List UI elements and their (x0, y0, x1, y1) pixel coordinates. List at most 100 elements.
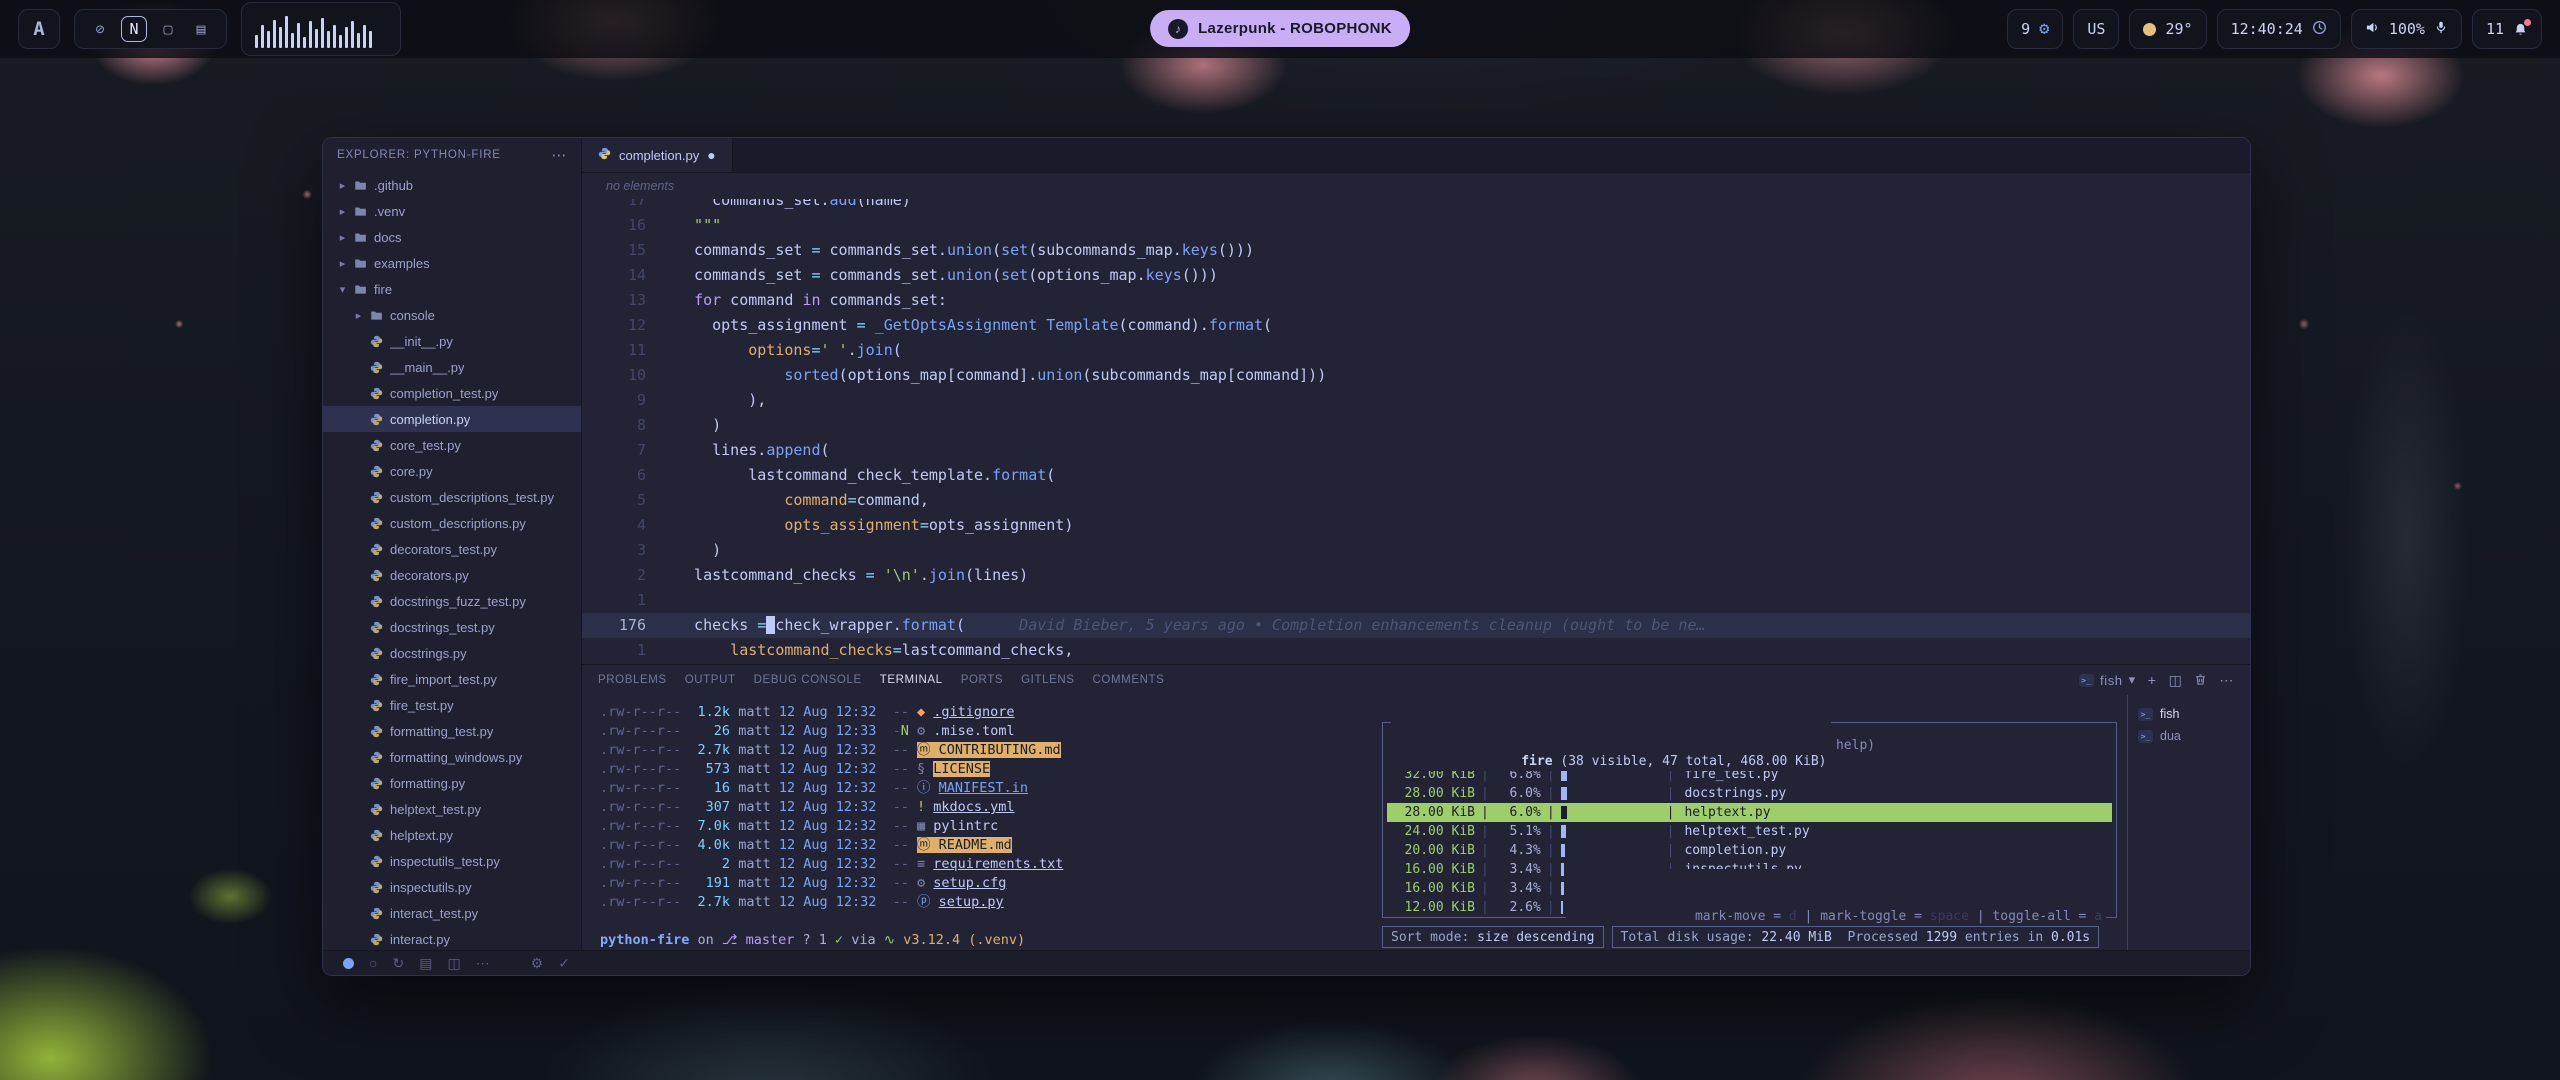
separator: | (1541, 860, 1561, 879)
token: (subcommands_map. (1028, 241, 1182, 259)
tree-item[interactable]: console (323, 302, 581, 328)
sync-icon[interactable]: ↻ (392, 956, 404, 970)
updates-widget[interactable]: 9 ⚙ (2007, 9, 2063, 49)
token: command, (857, 491, 929, 509)
tree-item[interactable]: docstrings.py (323, 640, 581, 666)
tree-item[interactable]: .github (323, 172, 581, 198)
panel-tab[interactable]: GITLENS (1021, 674, 1074, 686)
split-terminal-button[interactable]: ◫ (2169, 673, 2183, 687)
tree-item[interactable]: decorators_test.py (323, 536, 581, 562)
python-file-icon (370, 595, 384, 608)
workspace-icon-4[interactable]: ▤ (189, 17, 213, 41)
tree-item[interactable]: fire (323, 276, 581, 302)
status-dot[interactable] (343, 958, 354, 969)
more-icon[interactable]: ⋯ (476, 956, 490, 970)
audio-widget[interactable]: 100% (2351, 9, 2462, 49)
kill-terminal-button[interactable] (2194, 673, 2207, 688)
tree-item[interactable]: formatting.py (323, 770, 581, 796)
code-line: 4 opts_assignment=opts_assignment) (582, 513, 2250, 538)
token: -- (876, 742, 909, 758)
tree-item[interactable]: interact.py (323, 926, 581, 950)
panel-tab[interactable]: OUTPUT (685, 674, 736, 686)
tree-item[interactable]: completion.py (323, 406, 581, 432)
dua-row[interactable]: 24.00 KiB| 5.1%| | helptext_test.py (1387, 822, 2112, 841)
tree-item[interactable]: docstrings_test.py (323, 614, 581, 640)
dua-pane[interactable]: Disk Usage Analyzer v2.29.2 (press ? for… (1372, 695, 2127, 950)
token: . (920, 566, 929, 584)
panel-more-button[interactable]: ⋯ (2219, 673, 2234, 687)
tree-item[interactable]: fire_import_test.py (323, 666, 581, 692)
tree-item[interactable]: custom_descriptions.py (323, 510, 581, 536)
panel-tab[interactable]: DEBUG CONSOLE (754, 674, 862, 686)
dua-percent: 2.6% (1495, 898, 1541, 917)
editor[interactable]: 17 commands_set.add(name) 16 """ 15 (582, 199, 2250, 664)
tree-item[interactable]: examples (323, 250, 581, 276)
tree-item[interactable]: docs (323, 224, 581, 250)
keyboard-layout-widget[interactable]: US (2073, 9, 2119, 49)
tree-item[interactable]: helptext.py (323, 822, 581, 848)
tree-item[interactable]: completion_test.py (323, 380, 581, 406)
new-terminal-button[interactable]: + (2148, 673, 2157, 687)
tree-item[interactable]: __init__.py (323, 328, 581, 354)
terminal-shell-pane[interactable]: .rw-r--r-- 1.2k matt 12 Aug 12:32 -- ◆ .… (582, 695, 1372, 950)
panel-tab[interactable]: PROBLEMS (598, 674, 667, 686)
tree-item[interactable]: inspectutils.py (323, 874, 581, 900)
tree-item[interactable]: docstrings_fuzz_test.py (323, 588, 581, 614)
code-line: 13 for command in commands_set: (582, 288, 2250, 313)
token: format (902, 616, 956, 634)
search-icon[interactable]: ○ (369, 956, 377, 970)
split-editor-icon[interactable]: ◫ (447, 956, 460, 970)
tree-item-label: helptext_test.py (390, 802, 481, 817)
notifications-widget[interactable]: 11 (2472, 9, 2542, 49)
launcher-logo[interactable]: A (18, 9, 60, 49)
panel-tab[interactable]: TERMINAL (880, 674, 943, 686)
tree-item[interactable]: decorators.py (323, 562, 581, 588)
viz-bar (357, 33, 360, 48)
workspace-icon-2[interactable]: N (121, 16, 147, 42)
code-line: 9 ), (582, 388, 2250, 413)
dua-row[interactable]: 20.00 KiB| 4.3%| | completion.py (1387, 841, 2112, 860)
explorer-more-actions-icon[interactable]: ⋯ (551, 146, 567, 164)
token: matt (730, 875, 771, 891)
tree-item[interactable]: helptext_test.py (323, 796, 581, 822)
settings-gear-icon[interactable]: ⚙ (531, 956, 544, 970)
tab-completion-py[interactable]: completion.py ● (582, 138, 733, 172)
audio-visualizer-widget[interactable] (241, 2, 401, 56)
terminal-list-item[interactable]: >_ dua (2128, 725, 2250, 747)
token: opts_assignment (676, 516, 920, 534)
token: set (1001, 266, 1028, 284)
workspace-icon-1[interactable]: ⊘ (88, 17, 112, 41)
tree-item[interactable]: fire_test.py (323, 692, 581, 718)
tree-item[interactable]: core_test.py (323, 432, 581, 458)
tree-item[interactable]: custom_descriptions_test.py (323, 484, 581, 510)
terminal-name: dua (2160, 727, 2181, 746)
tree-item[interactable]: core.py (323, 458, 581, 484)
clock-widget[interactable]: 12:40:24 (2217, 9, 2341, 49)
token: 4.0k (681, 837, 730, 853)
tree-item-label: docstrings.py (390, 646, 467, 661)
dua-row[interactable]: 28.00 KiB| 6.0%| | docstrings.py (1387, 784, 2112, 803)
weather-widget[interactable]: 29° (2129, 9, 2206, 49)
now-playing-widget[interactable]: ♪ Lazerpunk - ROBOPHONK (1150, 10, 1410, 47)
tree-item[interactable]: formatting_test.py (323, 718, 581, 744)
dua-row[interactable]: 28.00 KiB| 6.0%| | helptext.py (1387, 803, 2112, 822)
tree-item[interactable]: .venv (323, 198, 581, 224)
panel-tab[interactable]: PORTS (961, 674, 1003, 686)
terminal-list-item[interactable]: >_ fish (2128, 703, 2250, 725)
token: ⓘ (909, 780, 939, 796)
panel-tab[interactable]: COMMENTS (1093, 674, 1165, 686)
terminal-picker[interactable]: >_ fish ▾ (2079, 672, 2136, 688)
line-number: 1 (582, 638, 646, 663)
tree-item-label: interact_test.py (390, 906, 478, 921)
python-file-icon (370, 439, 384, 452)
token: -- (876, 875, 909, 891)
check-icon[interactable]: ✓ (558, 956, 570, 970)
tree-item[interactable]: __main__.py (323, 354, 581, 380)
code-line: 2 lastcommand_checks = '\n'.join(lines) (582, 563, 2250, 588)
code-editor-window: EXPLORER: PYTHON-FIRE ⋯ .github (322, 137, 2251, 976)
tree-item[interactable]: inspectutils_test.py (323, 848, 581, 874)
book-icon[interactable]: ▤ (419, 956, 432, 970)
workspace-icon-3[interactable]: ▢ (156, 17, 180, 41)
tree-item[interactable]: formatting_windows.py (323, 744, 581, 770)
tree-item[interactable]: interact_test.py (323, 900, 581, 926)
